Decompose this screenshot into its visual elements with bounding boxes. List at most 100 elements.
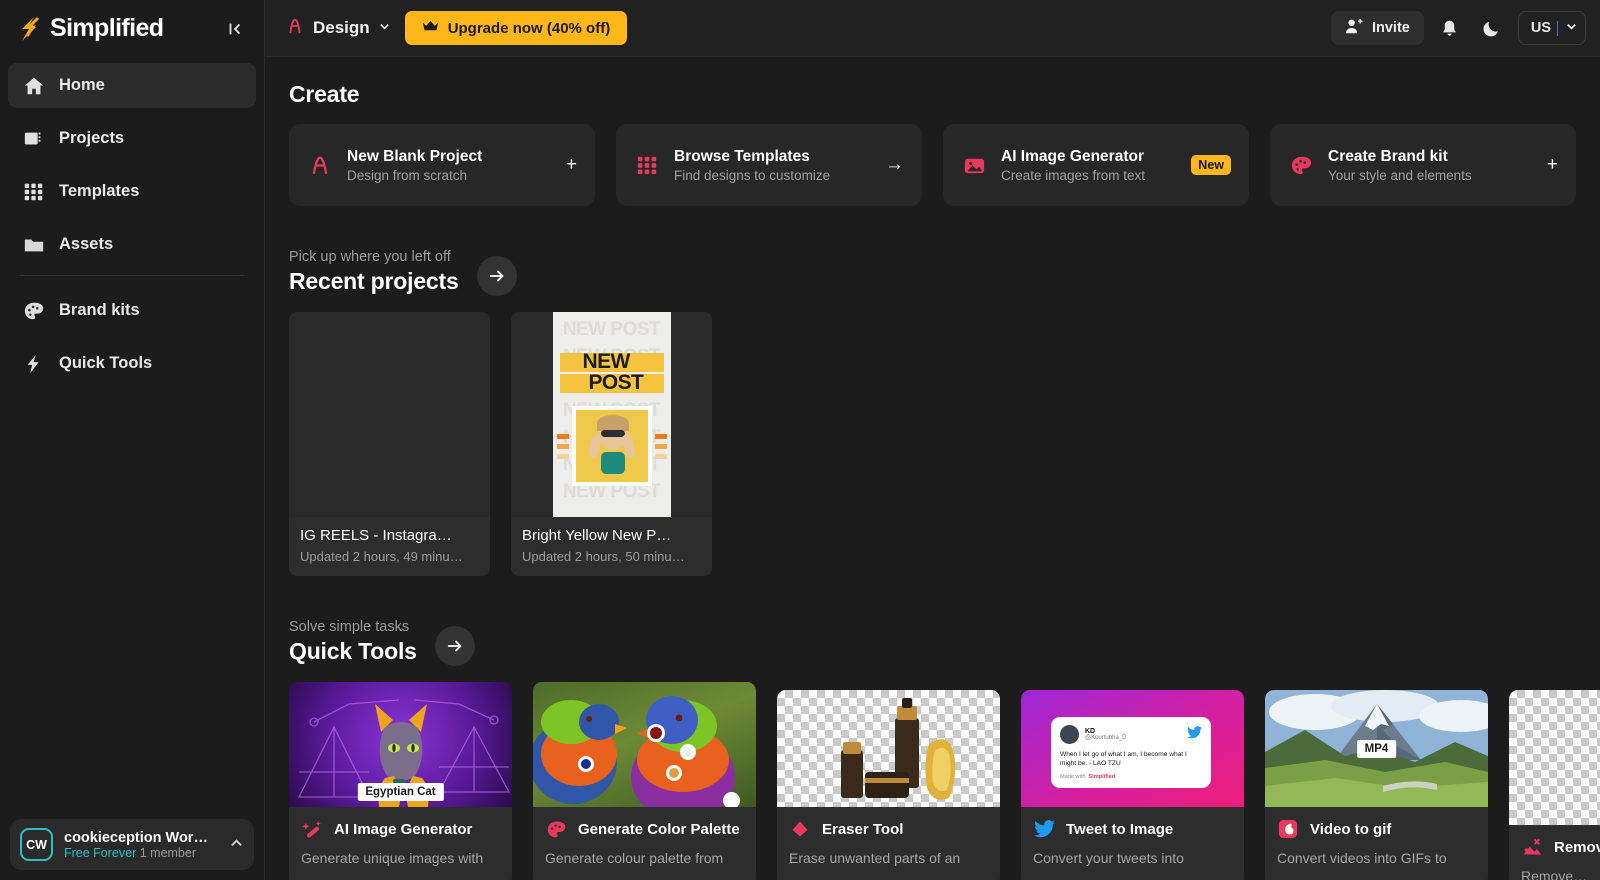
collapse-panel-icon[interactable] [222, 16, 248, 42]
sidebar-item-label: Home [59, 76, 105, 95]
quick-tools-heading-text: Solve simple tasks Quick Tools [289, 619, 417, 665]
quick-tool-desc: Convert videos into GIFs to [1277, 849, 1476, 868]
notification-bell-icon[interactable] [1434, 12, 1466, 44]
workspace-switcher: CW cookieception Wor… Free Forever 1 mem… [10, 819, 254, 870]
create-cards: New Blank Project Design from scratch + [289, 124, 1600, 206]
card-title: New Blank Project [347, 148, 544, 166]
quick-tools-arrow-right-icon[interactable] [435, 626, 475, 666]
quick-tool-card[interactable]: Egyptian Cat AI Image Generato [289, 682, 512, 880]
plus-icon[interactable]: + [1539, 154, 1558, 176]
recent-heading-text: Pick up where you left off Recent projec… [289, 249, 459, 295]
twitter-bird-icon [1187, 726, 1202, 744]
main-area: Design Upgrade now (40% off) [265, 0, 1600, 880]
new-badge: New [1191, 155, 1231, 175]
sidebar-item-home[interactable]: Home [8, 63, 256, 108]
tweet-watermark: Made with Simplified [1060, 774, 1202, 780]
quick-tools-header: Solve simple tasks Quick Tools [289, 618, 1600, 666]
recent-kicker: Pick up where you left off [289, 249, 459, 265]
tweet-text: When I let go of what I am, I become wha… [1060, 750, 1202, 768]
color-dot [578, 756, 594, 772]
project-meta: Bright Yellow New P… Updated 2 hours, 50… [511, 517, 712, 576]
project-meta: IG REELS - Instagra… Updated 2 hours, 49… [289, 517, 490, 576]
recent-projects-arrow-right-icon[interactable] [477, 256, 517, 296]
ai-image-generator-card[interactable]: AI Image Generator Create images from te… [943, 124, 1249, 206]
poster-line-2: POST [589, 371, 644, 395]
upgrade-button[interactable]: Upgrade now (40% off) [405, 11, 628, 45]
project-updated: Updated 2 hours, 49 minu… [300, 549, 479, 564]
design-menu[interactable]: Design [285, 16, 391, 41]
folder-icon [22, 233, 45, 256]
eraser-icon [789, 818, 811, 840]
quick-tool-desc: Remove… [1521, 867, 1600, 880]
quick-tool-title: AI Image Generator [334, 821, 472, 838]
new-blank-project-card[interactable]: New Blank Project Design from scratch + [289, 124, 595, 206]
quick-tool-card[interactable]: Eraser Tool Erase unwanted parts of an [777, 690, 1000, 880]
sidebar: Simplified Home [0, 0, 265, 880]
quick-tools-kicker: Solve simple tasks [289, 619, 417, 635]
recent-title: Recent projects [289, 268, 459, 295]
simplified-a-icon [307, 152, 333, 178]
quick-tool-head: Generate Color Palette [545, 818, 744, 840]
create-brand-kit-card[interactable]: Create Brand kit Your style and elements… [1270, 124, 1576, 206]
sidebar-item-quick-tools[interactable]: Quick Tools [8, 341, 256, 386]
chevron-up-icon[interactable] [229, 836, 244, 854]
member-count: 1 member [140, 846, 196, 860]
browse-templates-card[interactable]: Browse Templates Find designs to customi… [616, 124, 922, 206]
image-icon [961, 152, 987, 178]
recent-projects-header: Pick up where you left off Recent projec… [289, 248, 1600, 296]
cosmetics-transparent-thumbnail [777, 690, 1000, 807]
quick-tool-card[interactable]: KD @Kourtubha_D When I let go of what I … [1021, 690, 1244, 880]
grid-icon [634, 152, 660, 178]
chevron-down-icon[interactable] [1564, 19, 1579, 38]
brand-name: Simplified [50, 14, 163, 43]
language-value: US [1531, 20, 1551, 36]
card-subtitle: Your style and elements [1328, 168, 1525, 183]
arrow-right-icon[interactable]: → [877, 154, 904, 176]
poster-stripe [655, 434, 667, 439]
quick-tool-head: Remove Backgro… [1521, 836, 1600, 858]
quick-tool-card[interactable]: Remove Backgro… Remove… [1509, 690, 1600, 880]
quick-tool-head: AI Image Generator [301, 818, 500, 840]
sidebar-item-brand-kits[interactable]: Brand kits [8, 288, 256, 333]
project-card[interactable]: IG REELS - Instagra… Updated 2 hours, 49… [289, 312, 490, 576]
quick-tool-body: AI Image Generator Generate unique image… [289, 807, 512, 868]
project-card[interactable]: NEW POSTNEW POSTNEW POSTNEW POSTNEW POST… [511, 312, 712, 576]
language-select[interactable]: US [1518, 11, 1586, 45]
portrait-transparent-thumbnail [1509, 690, 1600, 825]
color-dot [647, 724, 665, 742]
workspace-card[interactable]: CW cookieception Wor… Free Forever 1 mem… [10, 819, 254, 870]
sidebar-item-label: Brand kits [59, 301, 140, 320]
quick-tool-desc: Erase unwanted parts of an [789, 849, 988, 868]
color-dot [723, 792, 740, 807]
sidebar-item-label: Assets [59, 235, 113, 254]
plus-icon[interactable]: + [558, 154, 577, 176]
sidebar-item-label: Projects [59, 129, 124, 148]
chevron-down-icon[interactable] [378, 20, 391, 36]
quick-tool-card[interactable]: Generate Color Palette Generate colour p… [533, 682, 756, 880]
sidebar-item-projects[interactable]: Projects [8, 116, 256, 161]
invite-label: Invite [1372, 20, 1410, 36]
color-dot [680, 744, 696, 760]
quick-tool-title: Remove Backgro… [1554, 839, 1600, 856]
palette-icon [545, 818, 567, 840]
sidebar-item-assets[interactable]: Assets [8, 222, 256, 267]
home-content: Create New Blank Project Design from scr… [265, 57, 1600, 880]
recent-projects-list: IG REELS - Instagra… Updated 2 hours, 49… [289, 312, 1600, 576]
ai-cat-artwork-thumbnail: Egyptian Cat [289, 682, 512, 807]
tweet-name: KD [1085, 728, 1126, 735]
quick-tools-title: Quick Tools [289, 638, 417, 665]
quick-tool-body: Tweet to Image Convert your tweets into [1021, 807, 1244, 868]
text-cursor [1557, 21, 1558, 36]
home-icon [22, 74, 45, 97]
projects-image-icon [22, 127, 45, 150]
dark-mode-moon-icon[interactable] [1476, 12, 1508, 44]
tweet-header: KD @Kourtubha_D [1060, 725, 1202, 744]
quick-tool-card[interactable]: MP4 Video to gif Convert [1265, 690, 1488, 880]
invite-button[interactable]: Invite [1331, 11, 1424, 45]
sidebar-item-templates[interactable]: Templates [8, 169, 256, 214]
quick-tool-head: Eraser Tool [789, 818, 988, 840]
poster-stripe [655, 454, 667, 459]
upgrade-label: Upgrade now (40% off) [448, 20, 611, 37]
palette-icon [1288, 152, 1314, 178]
poster-stripe [557, 444, 569, 449]
